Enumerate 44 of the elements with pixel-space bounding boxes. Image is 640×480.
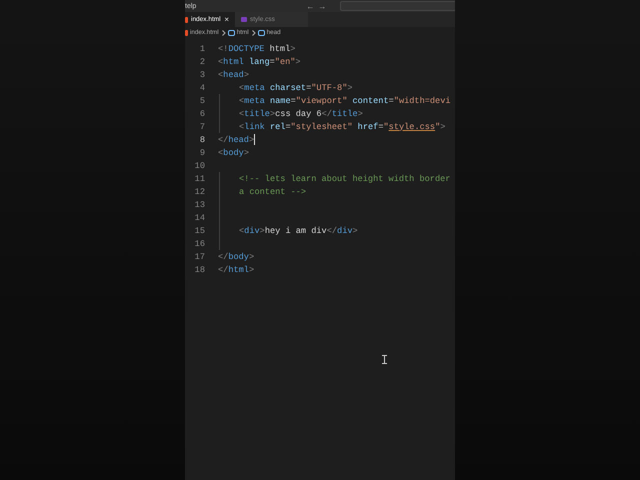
line-number: 4 — [198, 82, 205, 92]
element-icon — [228, 30, 235, 36]
file-icon — [241, 17, 247, 22]
line-number: 2 — [198, 56, 205, 66]
line-number: 12 — [194, 186, 205, 196]
code-line: <head> — [218, 70, 249, 80]
line-number: 13 — [194, 200, 205, 210]
code-line: </html> — [218, 264, 254, 274]
chevron-icon — [252, 30, 256, 36]
chevron-icon — [222, 30, 226, 36]
line-number: 14 — [194, 212, 205, 222]
line-number: 6 — [198, 108, 205, 118]
code-line: </body> — [218, 252, 254, 262]
code-line: <div>hey i am div</div> — [239, 226, 358, 236]
file-icon — [185, 16, 188, 22]
close-icon[interactable]: × — [224, 15, 229, 24]
line-number: 15 — [194, 226, 205, 236]
code-line: <html lang="en"> — [218, 56, 301, 66]
line-number: 9 — [198, 148, 205, 158]
code-line: <meta charset="UTF-8"> — [239, 82, 353, 92]
code-line: <title>css day 6</title> — [239, 108, 363, 118]
search-field[interactable] — [340, 1, 455, 11]
element-icon — [258, 30, 265, 36]
line-number: 8 — [198, 134, 205, 144]
line-number: 3 — [198, 70, 205, 80]
code-line: <body> — [218, 148, 249, 158]
line-number: 1 — [198, 44, 205, 54]
line-number: 16 — [194, 238, 205, 248]
code-line: <!-- lets learn about height width border — [239, 174, 450, 184]
back-button[interactable]: ← — [306, 2, 318, 10]
code-line: <!DOCTYPE html> — [218, 44, 296, 54]
forward-button[interactable]: → — [318, 2, 330, 10]
code-line: a content --> — [239, 186, 306, 196]
line-number: 17 — [194, 252, 205, 262]
code-line: </head> — [218, 134, 254, 144]
line-number: 18 — [194, 264, 205, 274]
line-number: 11 — [194, 174, 205, 184]
line-number: 5 — [198, 96, 205, 106]
code-line: <link rel="stylesheet" href="style.css"> — [239, 122, 446, 132]
file-icon — [185, 30, 188, 36]
line-number: 10 — [194, 160, 205, 170]
ibeam-cursor-icon — [382, 355, 387, 364]
line-number: 7 — [198, 122, 205, 132]
code-line: <meta name="viewport" content="width=devi — [239, 96, 451, 106]
